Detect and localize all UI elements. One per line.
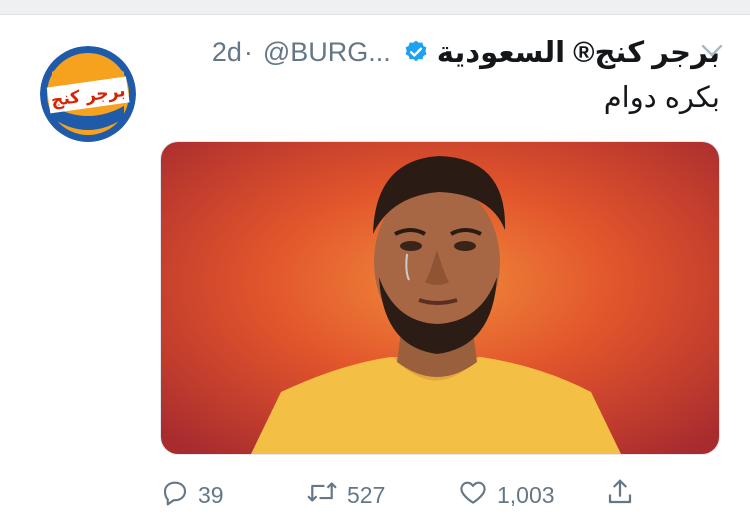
reply-icon <box>160 477 198 513</box>
top-bar <box>0 0 750 15</box>
tweet-timestamp[interactable]: 2d <box>212 37 242 68</box>
retweet-icon <box>305 477 347 513</box>
share-button[interactable] <box>605 478 643 512</box>
tweet-text: بكره دوام <box>603 82 720 114</box>
chevron-down-icon[interactable] <box>700 42 724 60</box>
like-icon <box>457 477 497 513</box>
reply-count: 39 <box>198 481 224 508</box>
retweet-button[interactable]: 527 <box>305 478 385 512</box>
author-name[interactable]: برجر كنج® السعودية <box>437 35 720 70</box>
tweet-media-image[interactable] <box>160 141 720 455</box>
author-handle[interactable]: @BURG... <box>263 37 391 68</box>
separator-dot: · <box>243 36 253 67</box>
share-icon <box>605 476 643 514</box>
avatar[interactable]: برجر كنج <box>40 46 136 142</box>
tweet-actions: 39 527 1,003 <box>160 478 640 512</box>
like-button[interactable]: 1,003 <box>457 478 555 512</box>
retweet-count: 527 <box>347 481 386 508</box>
verified-icon <box>403 39 429 65</box>
tweet-header: برجر كنج® السعودية @BURG... · 2d <box>160 30 720 74</box>
like-count: 1,003 <box>497 481 555 508</box>
reply-button[interactable]: 39 <box>160 478 224 512</box>
